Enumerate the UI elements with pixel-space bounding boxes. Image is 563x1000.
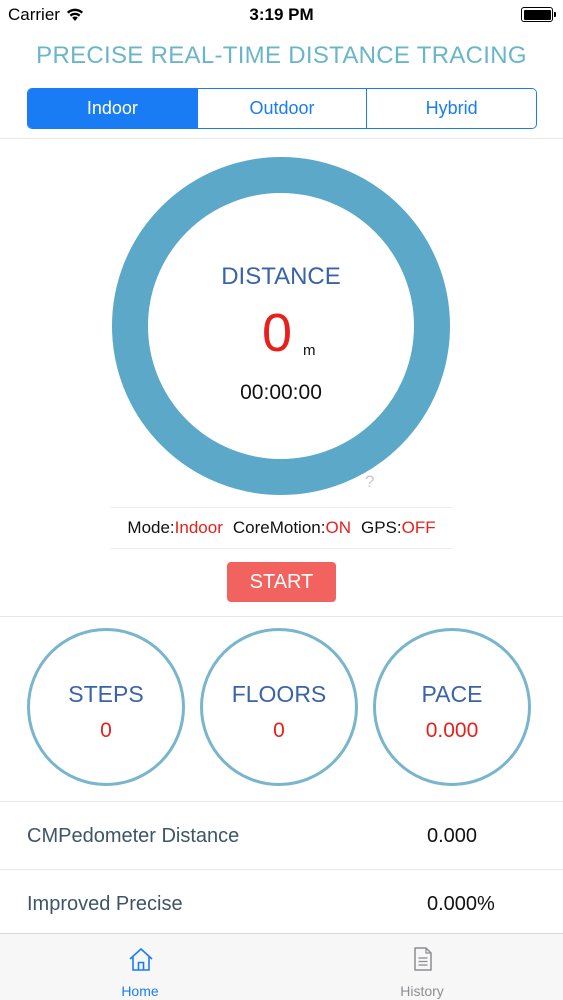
steps-circle: STEPS 0 [27,628,185,786]
metric-row-improved-precise: Improved Precise 0.000% [0,870,563,938]
history-icon [414,947,432,971]
tab-bar: Home History [0,933,563,1000]
coremotion-key: CoreMotion: [232,518,326,537]
start-button[interactable]: START [227,562,336,602]
distance-value: 0 [262,303,293,363]
floors-label: FLOORS [231,681,327,707]
status-bar: Carrier 3:19 PM [0,0,563,30]
divider [0,616,563,617]
segment-outdoor[interactable]: Outdoor [197,89,368,128]
steps-value: 0 [100,719,112,742]
pace-label: PACE [421,681,483,707]
segment-indoor[interactable]: Indoor [28,89,198,128]
mode-value: Indoor [174,518,223,537]
mode-key: Mode: [127,518,175,537]
gps-value: OFF [401,518,436,537]
metric-label: Improved Precise [27,892,183,915]
divider [0,138,563,139]
metric-row-cmpedometer: CMPedometer Distance 0.000 [0,802,563,870]
mode-segmented-control: Indoor Outdoor Hybrid [27,88,537,129]
segment-hybrid[interactable]: Hybrid [367,89,536,128]
pace-value: 0.000 [425,719,479,742]
coremotion-value: ON [325,518,351,537]
page-title: PRECISE REAL-TIME DISTANCE TRACING [36,42,527,69]
floors-circle: FLOORS 0 [200,628,358,786]
floors-value: 0 [273,719,285,742]
gps-key: GPS: [360,518,402,537]
metric-value: 0.000% [427,892,495,915]
steps-label: STEPS [68,681,144,707]
distance-label: DISTANCE [221,263,341,290]
metric-value: 0.000 [427,824,478,847]
help-icon[interactable]: ? [365,472,374,492]
battery-icon [521,7,556,22]
elapsed-time: 00:00:00 [240,381,322,404]
tab-label: History [400,983,444,999]
tab-history[interactable]: History [352,934,492,1000]
tab-home[interactable]: Home [70,934,210,1000]
tab-label: Home [121,983,159,999]
distance-unit: m [303,342,316,359]
sensor-status-line: Mode: Indoor CoreMotion: ON GPS: OFF [110,507,453,549]
home-icon [129,948,153,971]
pace-circle: PACE 0.000 [373,628,531,786]
metric-label: CMPedometer Distance [27,824,240,847]
clock: 3:19 PM [249,5,314,24]
